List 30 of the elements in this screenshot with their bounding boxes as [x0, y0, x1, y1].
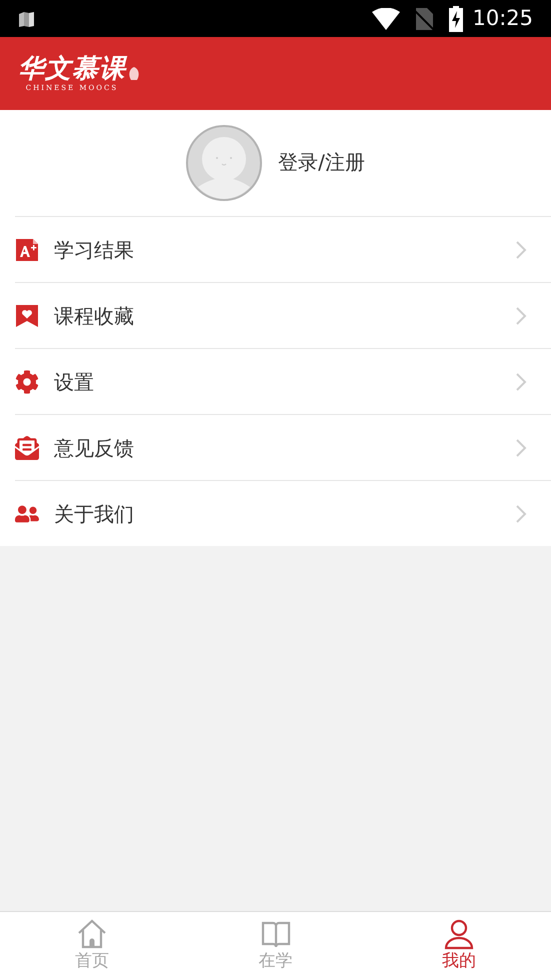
chevron-right-icon: [515, 504, 527, 524]
person-icon: [443, 918, 476, 950]
nav-tab[interactable]: 我的: [367, 912, 551, 979]
menu-item[interactable]: 课程收藏: [15, 282, 551, 348]
notification-icon: [18, 10, 36, 26]
status-time: 10:25: [472, 4, 533, 32]
home-icon: [76, 918, 108, 950]
wifi-icon: [372, 8, 400, 30]
menu-label: 学习结果: [54, 236, 135, 264]
chevron-right-icon: [515, 306, 527, 326]
no-sim-icon: [414, 8, 434, 30]
menu-label: 关于我们: [54, 500, 135, 528]
chevron-right-icon: [515, 372, 527, 392]
menu-label: 意见反馈: [54, 434, 135, 462]
menu-label: 课程收藏: [54, 302, 135, 330]
menu-item[interactable]: 学习结果: [15, 216, 551, 282]
bookmark-heart-icon: [15, 304, 39, 328]
chevron-right-icon: [515, 438, 527, 458]
avatar-icon[interactable]: [186, 125, 262, 201]
menu-item[interactable]: 意见反馈: [15, 414, 551, 480]
menu-label: 设置: [54, 368, 95, 396]
menu-item[interactable]: 关于我们: [15, 480, 551, 546]
grade-document-icon: [15, 238, 39, 262]
logo-title: 华文慕课: [18, 54, 126, 84]
login-register-link[interactable]: 登录/注册: [278, 147, 365, 177]
settings-icon: [15, 370, 39, 394]
chevron-right-icon: [515, 240, 527, 260]
menu-item[interactable]: 设置: [15, 348, 551, 414]
envelope-icon: [15, 436, 39, 460]
battery-charging-icon: [448, 6, 464, 32]
